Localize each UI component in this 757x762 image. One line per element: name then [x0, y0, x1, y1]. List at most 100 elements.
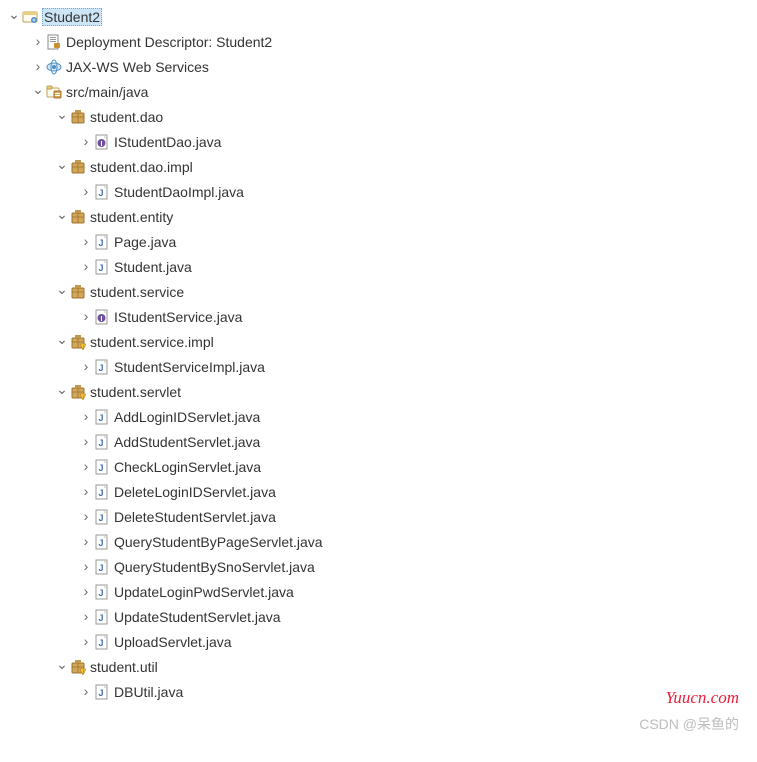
expand-arrow-right-icon[interactable] [78, 459, 94, 475]
tree-item-label: Page.java [114, 234, 176, 250]
expand-arrow-right-icon[interactable] [78, 559, 94, 575]
svg-text:J: J [98, 463, 103, 473]
expand-arrow-right-icon[interactable] [78, 684, 94, 700]
expand-arrow-right-icon[interactable] [78, 584, 94, 600]
tree-item[interactable]: JUploadServlet.java [0, 629, 757, 654]
svg-text:J: J [98, 688, 103, 698]
svg-text:I: I [101, 141, 103, 148]
tree-item[interactable]: J StudentServiceImpl.java [0, 354, 757, 379]
expand-arrow-right-icon[interactable] [78, 309, 94, 325]
tree-item[interactable]: Deployment Descriptor: Student2 [0, 29, 757, 54]
java-icon: J [94, 434, 110, 450]
svg-text:!: ! [83, 670, 84, 675]
tree-item[interactable]: J Student.java [0, 254, 757, 279]
svg-text:I: I [101, 316, 103, 323]
expand-arrow-down-icon[interactable] [54, 384, 70, 400]
site-watermark: Yuucn.com [665, 688, 739, 708]
expand-arrow-right-icon[interactable] [78, 259, 94, 275]
java-icon: J [94, 359, 110, 375]
expand-arrow-down-icon[interactable] [54, 109, 70, 125]
expand-arrow-right-icon[interactable] [78, 434, 94, 450]
expand-arrow-down-icon[interactable] [54, 334, 70, 350]
svg-text:J: J [98, 238, 103, 248]
svg-text:J: J [98, 538, 103, 548]
tree-item-label: student.dao [90, 109, 163, 125]
svg-text:!: ! [83, 345, 84, 350]
expand-arrow-right-icon[interactable] [30, 59, 46, 75]
svg-text:J: J [98, 363, 103, 373]
tree-item-label: CheckLoginServlet.java [114, 459, 261, 475]
tree-item[interactable]: student.dao.impl [0, 154, 757, 179]
expand-arrow-right-icon[interactable] [78, 184, 94, 200]
tree-item[interactable]: src/main/java [0, 79, 757, 104]
pkg-icon [70, 209, 86, 225]
src-icon [46, 84, 62, 100]
tree-item[interactable]: JUpdateLoginPwdServlet.java [0, 579, 757, 604]
java-icon: J [94, 409, 110, 425]
tree-item-label: IStudentDao.java [114, 134, 221, 150]
expand-arrow-right-icon[interactable] [78, 609, 94, 625]
pkg-icon [70, 109, 86, 125]
expand-arrow-down-icon[interactable] [54, 284, 70, 300]
tree-item[interactable]: student.service [0, 279, 757, 304]
tree-item[interactable]: student.dao [0, 104, 757, 129]
tree-item[interactable]: JDBUtil.java [0, 679, 757, 704]
tree-item[interactable]: JAddLoginIDServlet.java [0, 404, 757, 429]
tree-item-label: QueryStudentByPageServlet.java [114, 534, 323, 550]
java-icon: J [94, 534, 110, 550]
svg-text:J: J [98, 413, 103, 423]
tree-item[interactable]: J Page.java [0, 229, 757, 254]
tree-item-label: student.dao.impl [90, 159, 193, 175]
tree-item[interactable]: J CheckLoginServlet.java [0, 454, 757, 479]
svg-text:!: ! [83, 395, 84, 400]
expand-arrow-down-icon[interactable] [6, 9, 22, 25]
tree-item[interactable]: JUpdateStudentServlet.java [0, 604, 757, 629]
java-icon: J [94, 559, 110, 575]
tree-item[interactable]: IIStudentService.java [0, 304, 757, 329]
expand-arrow-down-icon[interactable] [30, 84, 46, 100]
expand-arrow-right-icon[interactable] [78, 409, 94, 425]
expand-arrow-right-icon[interactable] [78, 484, 94, 500]
tree-item[interactable]: JDeleteLoginIDServlet.java [0, 479, 757, 504]
tree-item-label: student.service.impl [90, 334, 214, 350]
tree-item[interactable]: JAddStudentServlet.java [0, 429, 757, 454]
expand-arrow-right-icon[interactable] [78, 634, 94, 650]
svg-text:J: J [98, 513, 103, 523]
tree-item-label: StudentServiceImpl.java [114, 359, 265, 375]
expand-arrow-right-icon[interactable] [78, 134, 94, 150]
pkg-icon [70, 284, 86, 300]
tree-item-label: StudentDaoImpl.java [114, 184, 244, 200]
tree-item-label: DeleteLoginIDServlet.java [114, 484, 276, 500]
java-icon: J [94, 509, 110, 525]
tree-item[interactable]: ! student.service.impl [0, 329, 757, 354]
java-icon: J [94, 609, 110, 625]
tree-item[interactable]: I IStudentDao.java [0, 129, 757, 154]
expand-arrow-right-icon[interactable] [30, 34, 46, 50]
expand-arrow-down-icon[interactable] [54, 659, 70, 675]
java-icon: J [94, 259, 110, 275]
javai-icon: I [94, 134, 110, 150]
svg-text:J: J [98, 263, 103, 273]
java-icon: J [94, 234, 110, 250]
tree-item[interactable]: JStudentDaoImpl.java [0, 179, 757, 204]
java-icon: J [94, 584, 110, 600]
tree-item[interactable]: JAX-WS Web Services [0, 54, 757, 79]
tree-item[interactable]: !student.servlet [0, 379, 757, 404]
expand-arrow-right-icon[interactable] [78, 509, 94, 525]
tree-item[interactable]: !student.util [0, 654, 757, 679]
svg-text:J: J [98, 638, 103, 648]
expand-arrow-right-icon[interactable] [78, 534, 94, 550]
tree-item-label: DeleteStudentServlet.java [114, 509, 276, 525]
javai-icon: I [94, 309, 110, 325]
tree-item[interactable]: J DeleteStudentServlet.java [0, 504, 757, 529]
expand-arrow-right-icon[interactable] [78, 234, 94, 250]
tree-item[interactable]: JQueryStudentBySnoServlet.java [0, 554, 757, 579]
tree-item-label: Student.java [114, 259, 192, 275]
tree-item[interactable]: J QueryStudentByPageServlet.java [0, 529, 757, 554]
expand-arrow-down-icon[interactable] [54, 159, 70, 175]
java-icon: J [94, 684, 110, 700]
expand-arrow-right-icon[interactable] [78, 359, 94, 375]
tree-item[interactable]: student.entity [0, 204, 757, 229]
expand-arrow-down-icon[interactable] [54, 209, 70, 225]
tree-item[interactable]: Student2 [0, 4, 757, 29]
